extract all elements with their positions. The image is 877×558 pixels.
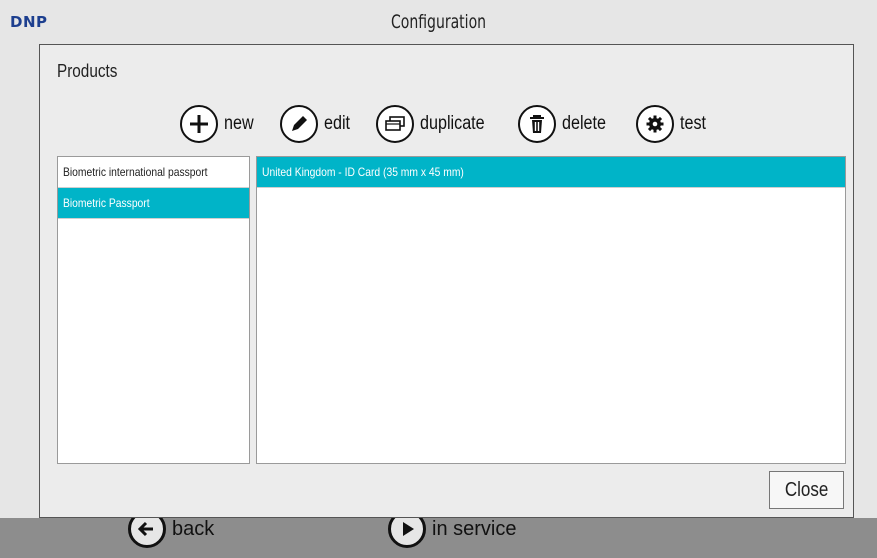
edit-label: edit — [324, 113, 351, 134]
delete-label: delete — [562, 113, 607, 134]
gear-icon — [636, 105, 674, 143]
product-item-label: Biometric Passport — [63, 196, 150, 210]
new-button[interactable]: new — [180, 105, 259, 143]
products-dialog: Products new edit duplicate delete test … — [39, 44, 854, 518]
edit-button[interactable]: edit — [280, 105, 355, 143]
duplicate-icon — [376, 105, 414, 143]
toolbar: new edit duplicate delete test — [40, 105, 853, 149]
duplicate-label: duplicate — [420, 113, 485, 134]
close-label: Close — [784, 478, 829, 501]
product-item[interactable]: Biometric international passport — [58, 157, 249, 188]
close-button[interactable]: Close — [769, 471, 844, 509]
in-service-label: in service — [432, 517, 517, 540]
duplicate-button[interactable]: duplicate — [376, 105, 496, 143]
product-item[interactable]: Biometric Passport — [58, 188, 249, 219]
test-label: test — [680, 113, 707, 134]
trash-icon — [518, 105, 556, 143]
products-list: Biometric international passport Biometr… — [57, 156, 250, 464]
formats-list: United Kingdom - ID Card (35 mm x 45 mm) — [256, 156, 846, 464]
window-title: Configuration — [390, 11, 487, 33]
dnp-logo: DNP — [10, 13, 48, 31]
dialog-title: Products — [57, 61, 118, 81]
pencil-icon — [280, 105, 318, 143]
plus-icon — [180, 105, 218, 143]
format-item-label: United Kingdom - ID Card (35 mm x 45 mm) — [262, 165, 464, 179]
format-item[interactable]: United Kingdom - ID Card (35 mm x 45 mm) — [257, 157, 845, 188]
title-bar: DNP Configuration — [0, 0, 877, 42]
new-label: new — [224, 113, 254, 134]
test-button[interactable]: test — [636, 105, 711, 143]
delete-button[interactable]: delete — [518, 105, 614, 143]
product-item-label: Biometric international passport — [63, 165, 208, 179]
back-label: back — [172, 517, 215, 540]
